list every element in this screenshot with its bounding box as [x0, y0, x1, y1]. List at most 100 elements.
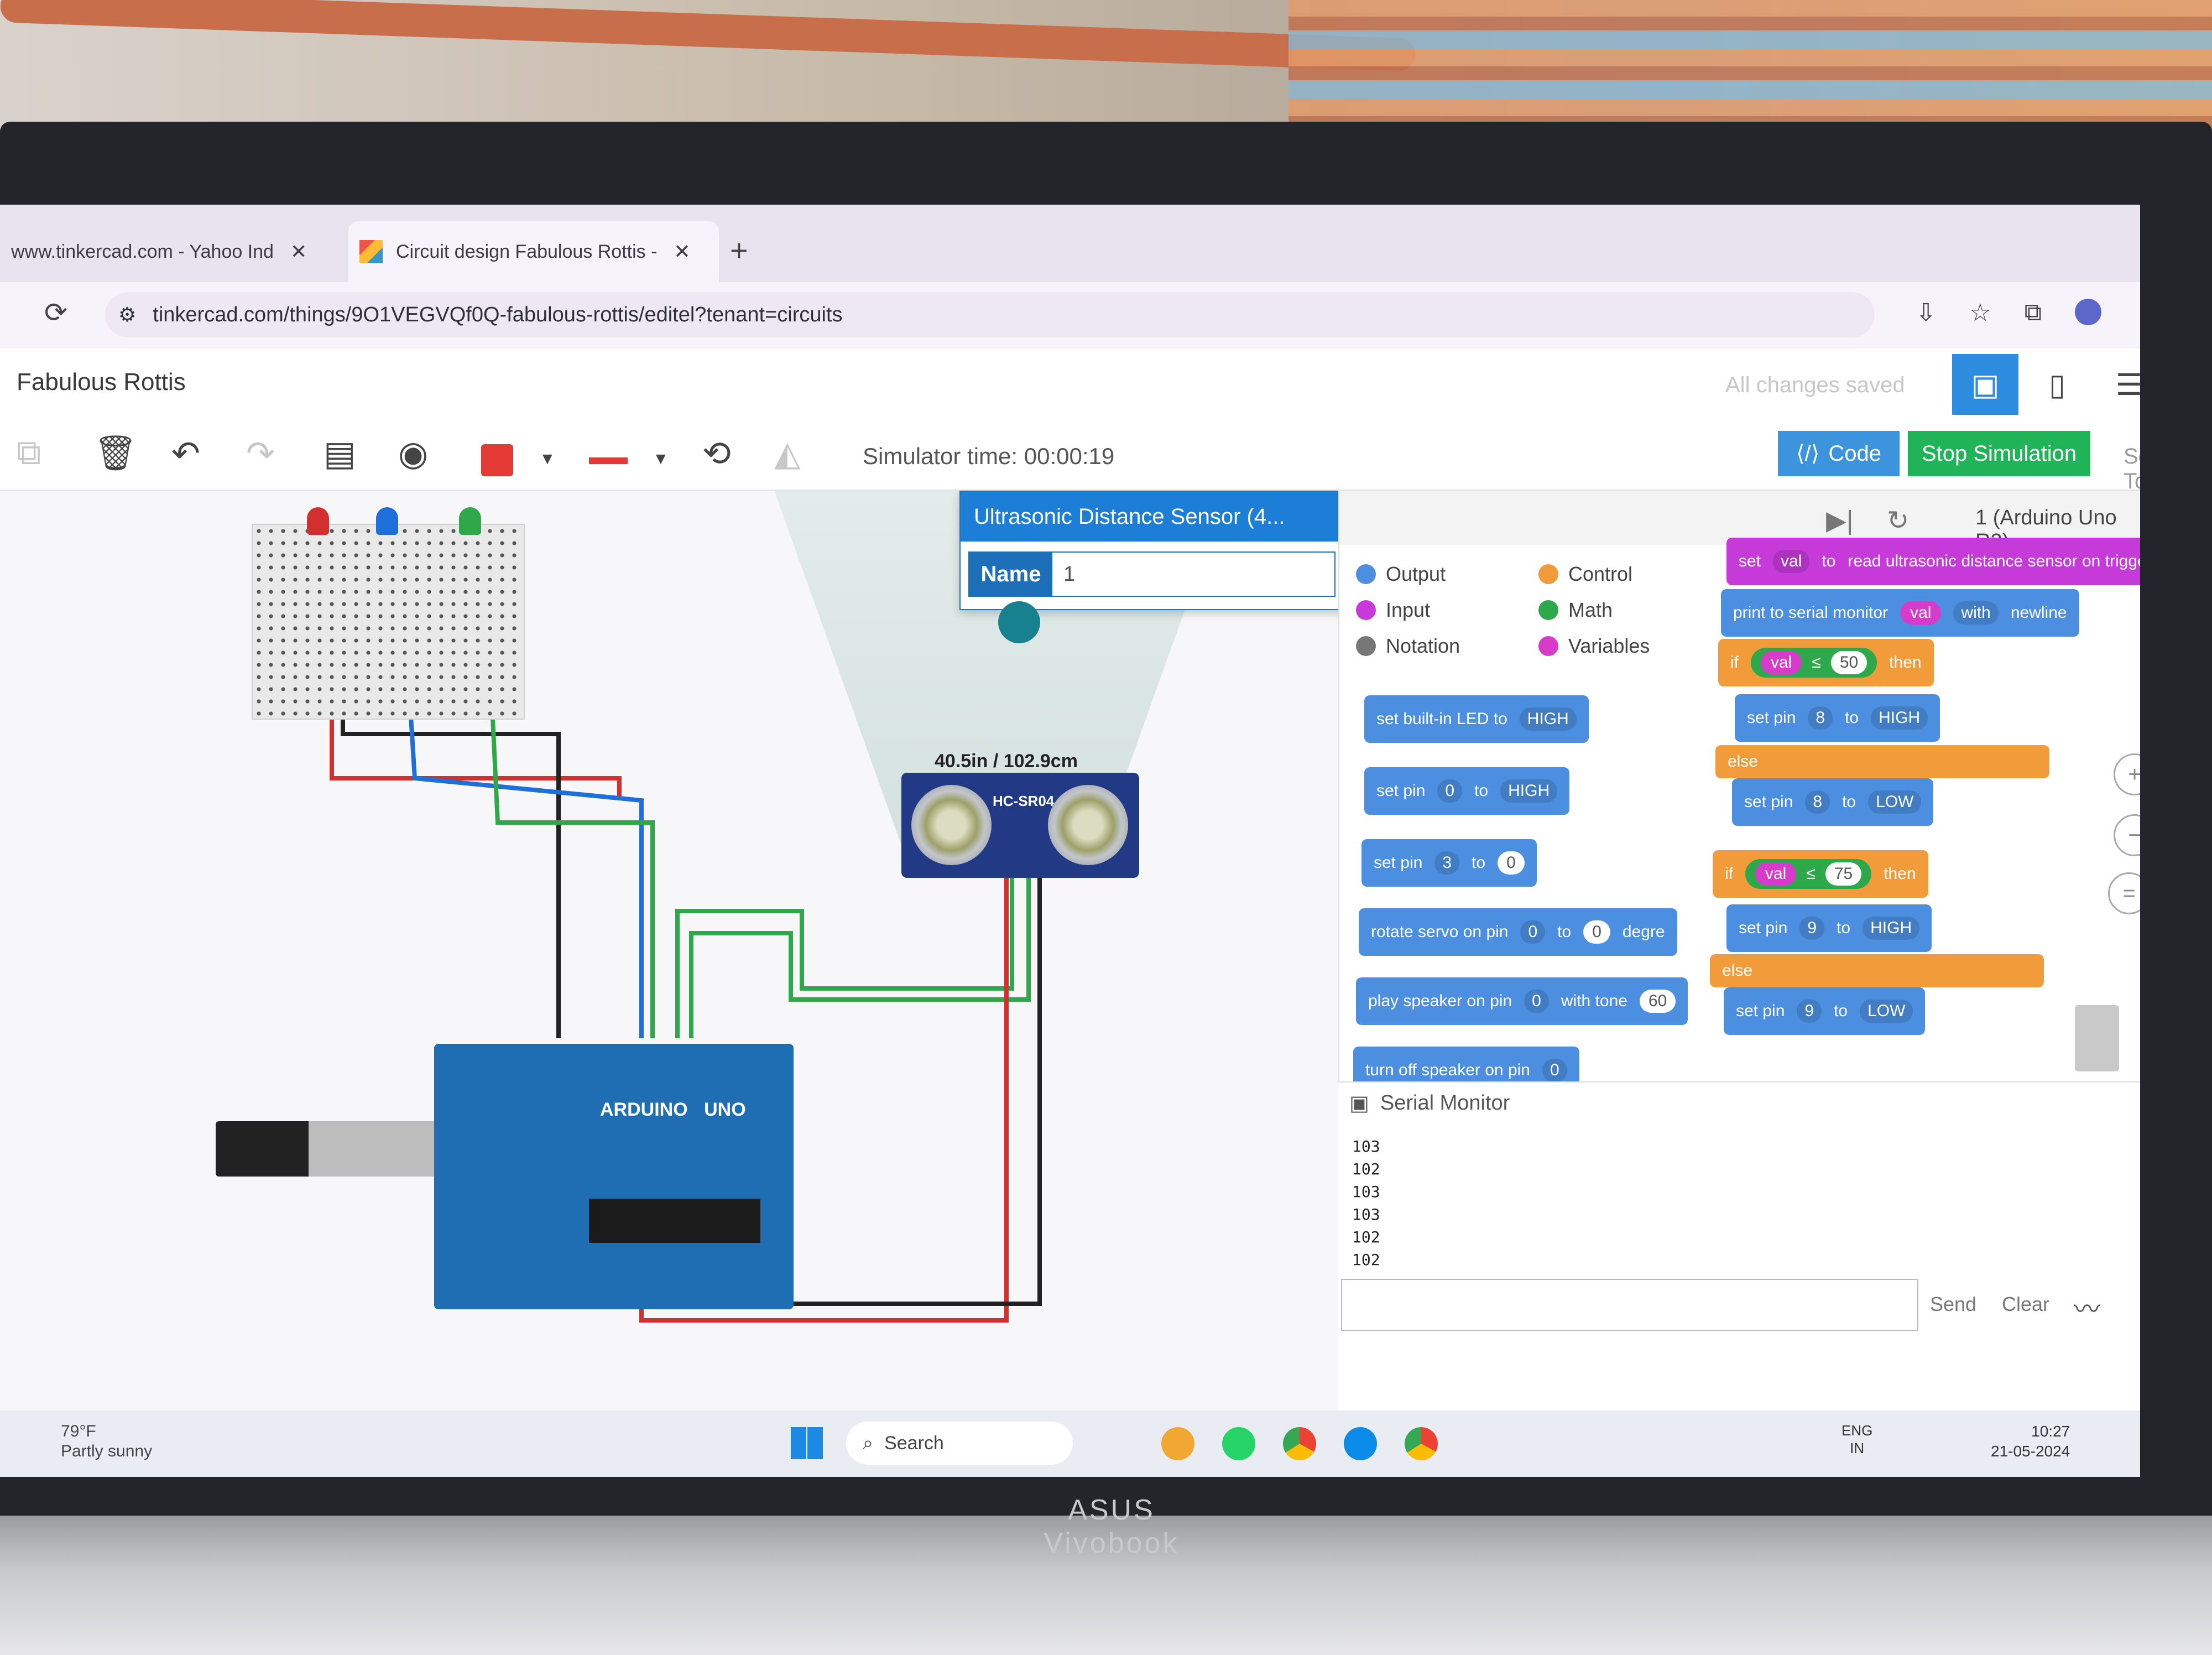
led-blue[interactable] — [376, 507, 398, 535]
send-button[interactable]: Send — [1930, 1293, 1976, 1316]
name-input[interactable]: 1 — [1052, 553, 1075, 596]
variable-dropdown[interactable]: val — [1773, 550, 1810, 573]
schematic-view-button[interactable]: ▯ — [2024, 354, 2090, 415]
category-input[interactable]: Input — [1356, 598, 1430, 622]
edge-icon[interactable] — [1344, 1427, 1377, 1460]
pin-dropdown[interactable]: 0 — [1542, 1059, 1567, 1082]
weather-widget[interactable]: 79°F Partly sunny — [61, 1422, 152, 1461]
script-set-pin-8-low[interactable]: set pin 8 to LOW — [1732, 778, 1934, 826]
compare-block[interactable]: val ≤75 — [1745, 859, 1872, 889]
block-set-pin-analog[interactable]: set pin 3 to 0 — [1361, 839, 1537, 887]
block-set-builtin-led[interactable]: set built-in LED to HIGH — [1364, 695, 1589, 743]
value-input[interactable]: 0 — [1583, 920, 1610, 944]
script-set-pin-9-high[interactable]: set pin 9 to HIGH — [1726, 904, 1932, 952]
circuit-workplane[interactable]: Ultrasonic Distance Sensor (4... Name 1 … — [0, 491, 1338, 1425]
script-if-75[interactable]: if val ≤75 then — [1713, 850, 1928, 898]
category-variables[interactable]: Variables — [1538, 634, 1650, 658]
block-set-pin[interactable]: set pin 0 to HIGH — [1364, 767, 1570, 815]
zoom-out-icon[interactable]: − — [2114, 814, 2140, 856]
code-button[interactable]: ⟨/⟩ Code — [1778, 431, 1900, 476]
script-print-serial[interactable]: print to serial monitor val with newline — [1721, 589, 2079, 637]
script-set-variable[interactable]: set val to read ultrasonic distance sensor … — [1726, 538, 2140, 585]
pin-dropdown[interactable]: 0 — [1437, 779, 1463, 803]
with-dropdown[interactable]: with — [1953, 601, 1999, 624]
script-else-2[interactable]: else — [1710, 954, 2044, 987]
redo-icon[interactable]: ↷ — [246, 433, 275, 473]
new-tab-button[interactable]: + — [730, 232, 748, 268]
extensions-icon[interactable]: ⧉ — [2025, 299, 2042, 327]
flip-icon[interactable]: ◭ — [774, 433, 801, 473]
operator-dropdown[interactable]: ≤ — [1806, 865, 1815, 883]
arduino-uno-board[interactable]: ARDUINO UNO — [434, 1044, 794, 1309]
chrome-icon[interactable] — [1283, 1427, 1316, 1460]
chevron-down-icon[interactable]: ▼ — [653, 450, 669, 469]
wire-type-swatch[interactable] — [589, 457, 628, 464]
value-dropdown[interactable]: HIGH — [1519, 707, 1577, 731]
block-rotate-servo[interactable]: rotate servo on pin 0 to 0 degre — [1359, 908, 1677, 956]
language-indicator[interactable]: ENG IN — [1841, 1422, 1872, 1457]
pin-dropdown[interactable]: 8 — [1808, 706, 1833, 730]
stop-simulation-button[interactable]: Stop Simulation — [1908, 431, 2090, 476]
chevron-down-icon[interactable]: ▼ — [539, 450, 556, 469]
category-control[interactable]: Control — [1538, 563, 1632, 586]
compare-value[interactable]: 50 — [1830, 651, 1867, 674]
design-title[interactable]: Fabulous Rottis — [17, 368, 186, 396]
url-field[interactable]: ⚙ tinkercad.com/things/9O1VEGVQf0Q-fabul… — [105, 292, 1875, 337]
category-output[interactable]: Output — [1356, 563, 1446, 586]
category-notation[interactable]: Notation — [1356, 634, 1460, 658]
trash-icon[interactable] — [2075, 1005, 2119, 1071]
taskbar-search[interactable]: ⌕ Search — [846, 1422, 1073, 1465]
fit-view-icon[interactable]: = — [2108, 872, 2140, 914]
notes-icon[interactable]: ▤ — [324, 433, 356, 473]
value-dropdown[interactable]: LOW — [1868, 790, 1922, 814]
value-dropdown[interactable]: HIGH — [1500, 779, 1558, 803]
clear-button[interactable]: Clear — [2002, 1293, 2049, 1316]
chrome-profile-icon[interactable] — [1405, 1427, 1438, 1460]
tab-yahoo[interactable]: www.tinkercad.com - Yahoo Ind ✕ — [11, 221, 321, 282]
pin-dropdown[interactable]: 9 — [1797, 1000, 1822, 1023]
star-icon[interactable]: ☆ — [1969, 299, 1991, 327]
rotate-icon[interactable]: ⟲ — [702, 433, 731, 473]
tab-tinkercad[interactable]: Circuit design Fabulous Rottis - ✕ — [348, 221, 719, 282]
breadboard[interactable] — [252, 524, 525, 720]
pin-dropdown[interactable]: 0 — [1520, 920, 1546, 944]
undo-icon[interactable]: ↶ — [171, 433, 200, 473]
components-list-button[interactable]: ☰ — [2096, 354, 2140, 415]
pin-dropdown[interactable]: 0 — [1524, 990, 1549, 1013]
whatsapp-icon[interactable] — [1222, 1427, 1255, 1460]
delete-icon[interactable]: 🗑 — [94, 433, 138, 473]
value-dropdown[interactable]: HIGH — [1871, 706, 1928, 730]
debug-icon[interactable]: ↻ — [1887, 505, 1909, 536]
serial-input[interactable] — [1341, 1279, 1918, 1331]
value-input[interactable]: 0 — [1498, 851, 1525, 875]
view-icon[interactable]: ◉ — [398, 433, 428, 473]
compare-block[interactable]: val ≤50 — [1751, 648, 1877, 678]
send-to-button[interactable]: Send To — [2124, 444, 2140, 494]
value-dropdown[interactable]: LOW — [1860, 1000, 1913, 1023]
ultrasonic-sensor[interactable]: HC-SR04 — [901, 773, 1139, 878]
close-icon[interactable]: ✕ — [674, 240, 690, 263]
copilot-icon[interactable] — [1161, 1427, 1194, 1460]
value-input[interactable]: 60 — [1639, 990, 1676, 1013]
script-if-50[interactable]: if val ≤50 then — [1718, 639, 1934, 686]
site-settings-icon[interactable]: ⚙ — [118, 303, 136, 326]
color-swatch[interactable] — [481, 444, 513, 476]
block-play-speaker[interactable]: play speaker on pin 0 with tone 60 — [1356, 977, 1688, 1025]
led-green[interactable] — [459, 507, 481, 535]
pin-dropdown[interactable]: 8 — [1805, 790, 1830, 814]
category-math[interactable]: Math — [1538, 598, 1613, 622]
install-icon[interactable]: ⇩ — [1916, 299, 1936, 327]
operator-dropdown[interactable]: ≤ — [1812, 653, 1820, 672]
windows-start-icon[interactable] — [791, 1427, 823, 1459]
compare-value[interactable]: 75 — [1825, 862, 1862, 886]
graph-icon[interactable]: 〰 — [2074, 1287, 2100, 1326]
pin-dropdown[interactable]: 3 — [1434, 851, 1460, 875]
close-icon[interactable]: ✕ — [290, 240, 307, 263]
led-red[interactable] — [307, 507, 329, 535]
serial-monitor-header[interactable]: ▣ Serial Monitor — [1349, 1091, 1510, 1116]
value-dropdown[interactable]: HIGH — [1863, 917, 1920, 940]
distance-target-handle[interactable] — [998, 601, 1040, 643]
system-clock[interactable]: 10:27 21-05-2024 — [1991, 1422, 2070, 1461]
script-set-pin-8-high[interactable]: set pin 8 to HIGH — [1735, 694, 1940, 742]
zoom-in-icon[interactable]: + — [2114, 753, 2140, 795]
